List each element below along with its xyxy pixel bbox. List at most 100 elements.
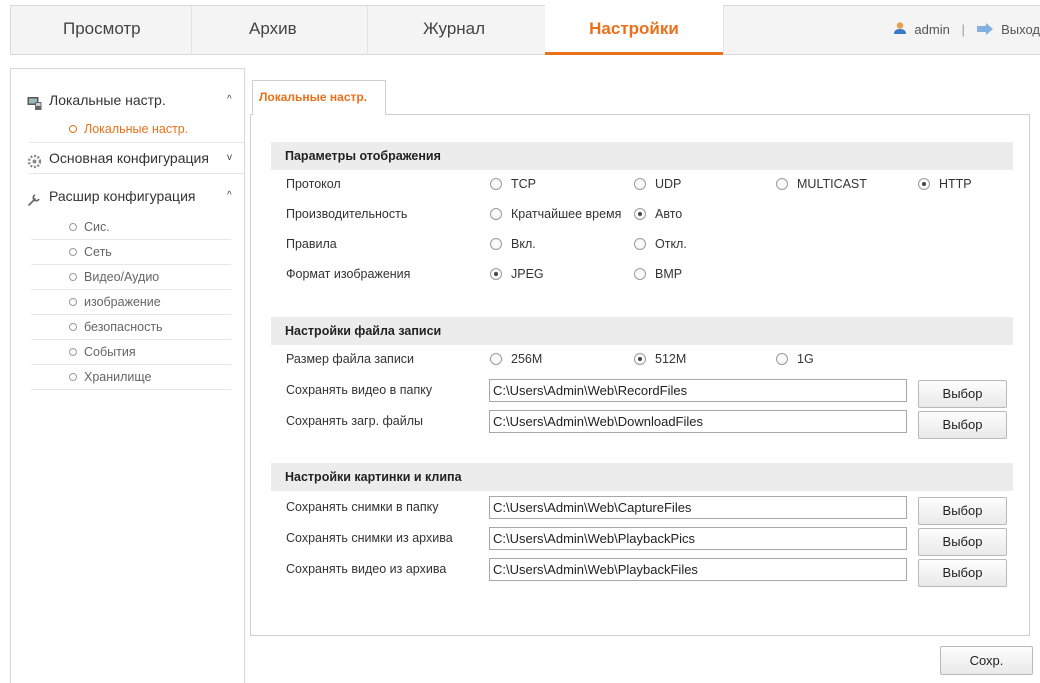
tab-preview[interactable]: Просмотр — [63, 6, 183, 55]
username[interactable]: admin — [914, 22, 949, 37]
radio-circle — [490, 353, 502, 365]
radio-format-bmp[interactable]: BMP — [634, 267, 682, 281]
snapshot-folder-label: Сохранять снимки в папку — [286, 500, 439, 514]
playback-video-folder-input[interactable]: C:\Users\Admin\Web\PlaybackFiles — [489, 558, 907, 581]
sidebar-item-network[interactable]: Сеть — [31, 240, 231, 265]
radio-performance-auto[interactable]: Авто — [634, 207, 682, 221]
browse-playback-snapshot-folder-button[interactable]: Выбор — [918, 528, 1007, 556]
sidebar-group-label: Основная конфигурация — [49, 150, 209, 166]
snapshot-folder-input[interactable]: C:\Users\Admin\Web\CaptureFiles — [489, 496, 907, 519]
sidebar-item-label: Хранилище — [84, 370, 152, 384]
tab-archive[interactable]: Архив — [249, 6, 349, 55]
bullet-icon — [69, 323, 77, 331]
sidebar-item-video-audio[interactable]: Видео/Аудио — [31, 265, 231, 290]
video-folder-label: Сохранять видео в папку — [286, 383, 433, 397]
sidebar-item-label: изображение — [84, 295, 161, 309]
rules-label: Правила — [286, 237, 337, 251]
sidebar-item-events[interactable]: События — [31, 340, 231, 365]
sidebar-item-label: Видео/Аудио — [84, 270, 160, 284]
protocol-label: Протокол — [286, 177, 341, 191]
radio-circle — [776, 178, 788, 190]
radio-circle-selected — [634, 208, 646, 220]
tab-settings-label: Настройки — [589, 19, 679, 38]
chevron-down-icon[interactable]: v — [227, 145, 232, 171]
sidebar-item-label: безопасность — [84, 320, 163, 334]
tab-divider — [367, 6, 368, 55]
radio-format-jpeg[interactable]: JPEG — [490, 267, 544, 281]
radio-size-1g[interactable]: 1G — [776, 352, 814, 366]
browse-snapshot-folder-button[interactable]: Выбор — [918, 497, 1007, 525]
download-folder-input[interactable]: C:\Users\Admin\Web\DownloadFiles — [489, 410, 907, 433]
sidebar-group-local[interactable]: Локальные настр. ^ — [11, 87, 244, 113]
radio-size-512m[interactable]: 512M — [634, 352, 686, 366]
browse-playback-video-folder-button[interactable]: Выбор — [918, 559, 1007, 587]
sidebar-group-basic[interactable]: Основная конфигурация v — [11, 145, 244, 171]
radio-label: Вкл. — [511, 237, 536, 251]
video-folder-input[interactable]: C:\Users\Admin\Web\RecordFiles — [489, 379, 907, 402]
radio-label: Кратчайшее время — [511, 207, 622, 221]
browse-video-folder-button[interactable]: Выбор — [918, 380, 1007, 408]
bullet-icon — [69, 125, 77, 133]
radio-circle-selected — [634, 353, 646, 365]
sidebar-item-label: Сис. — [84, 220, 110, 234]
tab-preview-label: Просмотр — [63, 19, 141, 38]
sidebar-group-label: Расшир конфигурация — [49, 188, 196, 204]
chevron-up-icon[interactable]: ^ — [227, 87, 232, 113]
radio-rules-off[interactable]: Откл. — [634, 237, 687, 251]
radio-size-256m[interactable]: 256M — [490, 352, 542, 366]
download-folder-label: Сохранять загр. файлы — [286, 414, 424, 428]
radio-circle — [490, 208, 502, 220]
radio-label: MULTICAST — [797, 177, 867, 191]
radio-label: BMP — [655, 267, 683, 281]
playback-snapshot-folder-label: Сохранять снимки из архива — [286, 531, 453, 545]
sidebar-item-security[interactable]: безопасность — [31, 315, 231, 340]
playback-snapshot-folder-input[interactable]: C:\Users\Admin\Web\PlaybackPics — [489, 527, 907, 550]
radio-circle — [776, 353, 788, 365]
tab-settings[interactable]: Настройки — [545, 5, 723, 55]
wrench-icon — [27, 189, 42, 207]
record-size-label: Размер файла записи — [286, 352, 415, 366]
bullet-icon — [69, 223, 77, 231]
sidebar-item-local-settings[interactable]: Локальные настр. — [11, 117, 244, 142]
radio-protocol-http[interactable]: HTTP — [918, 177, 972, 191]
save-button[interactable]: Сохр. — [940, 646, 1033, 675]
sidebar-item-label: События — [84, 345, 136, 359]
sidebar-item-storage[interactable]: Хранилище — [31, 365, 231, 390]
bullet-icon — [69, 373, 77, 381]
radio-label: Авто — [655, 207, 683, 221]
radio-protocol-udp[interactable]: UDP — [634, 177, 681, 191]
logout-icon[interactable] — [976, 7, 994, 55]
radio-label: UDP — [655, 177, 682, 191]
section-header-capture: Настройки картинки и клипа — [271, 463, 1013, 491]
radio-label: 512M — [655, 352, 687, 366]
browse-download-folder-button[interactable]: Выбор — [918, 411, 1007, 439]
bullet-icon — [69, 273, 77, 281]
radio-label: JPEG — [511, 267, 544, 281]
tab-archive-label: Архив — [249, 19, 297, 38]
section-header-display: Параметры отображения — [271, 142, 1013, 170]
radio-circle-selected — [490, 268, 502, 280]
chevron-up-icon[interactable]: ^ — [227, 183, 232, 209]
sidebar-item-image[interactable]: изображение — [31, 290, 231, 315]
monitor-icon — [27, 93, 42, 110]
gear-icon — [27, 151, 42, 169]
sidebar: Локальные настр. ^ Локальные настр. Осно… — [10, 68, 245, 683]
radio-circle — [490, 178, 502, 190]
tab-log[interactable]: Журнал — [423, 6, 523, 55]
playback-video-folder-label: Сохранять видео из архива — [286, 562, 447, 576]
logout-link[interactable]: Выход — [1001, 22, 1040, 37]
image-format-label: Формат изображения — [286, 267, 411, 281]
radio-rules-on[interactable]: Вкл. — [490, 237, 536, 251]
sidebar-item-label: Локальные настр. — [84, 122, 189, 136]
radio-protocol-multicast[interactable]: MULTICAST — [776, 177, 867, 191]
radio-label: TCP — [511, 177, 536, 191]
sidebar-group-advanced[interactable]: Расшир конфигурация ^ — [11, 183, 244, 209]
radio-circle-selected — [918, 178, 930, 190]
user-area: admin | Выход — [893, 6, 1040, 55]
radio-performance-shortest[interactable]: Кратчайшее время — [490, 207, 621, 221]
radio-protocol-tcp[interactable]: TCP — [490, 177, 536, 191]
sidebar-item-system[interactable]: Сис. — [31, 215, 231, 240]
radio-circle — [634, 178, 646, 190]
tab-local-settings[interactable]: Локальные настр. — [252, 80, 386, 115]
sidebar-group-label: Локальные настр. — [49, 92, 166, 108]
